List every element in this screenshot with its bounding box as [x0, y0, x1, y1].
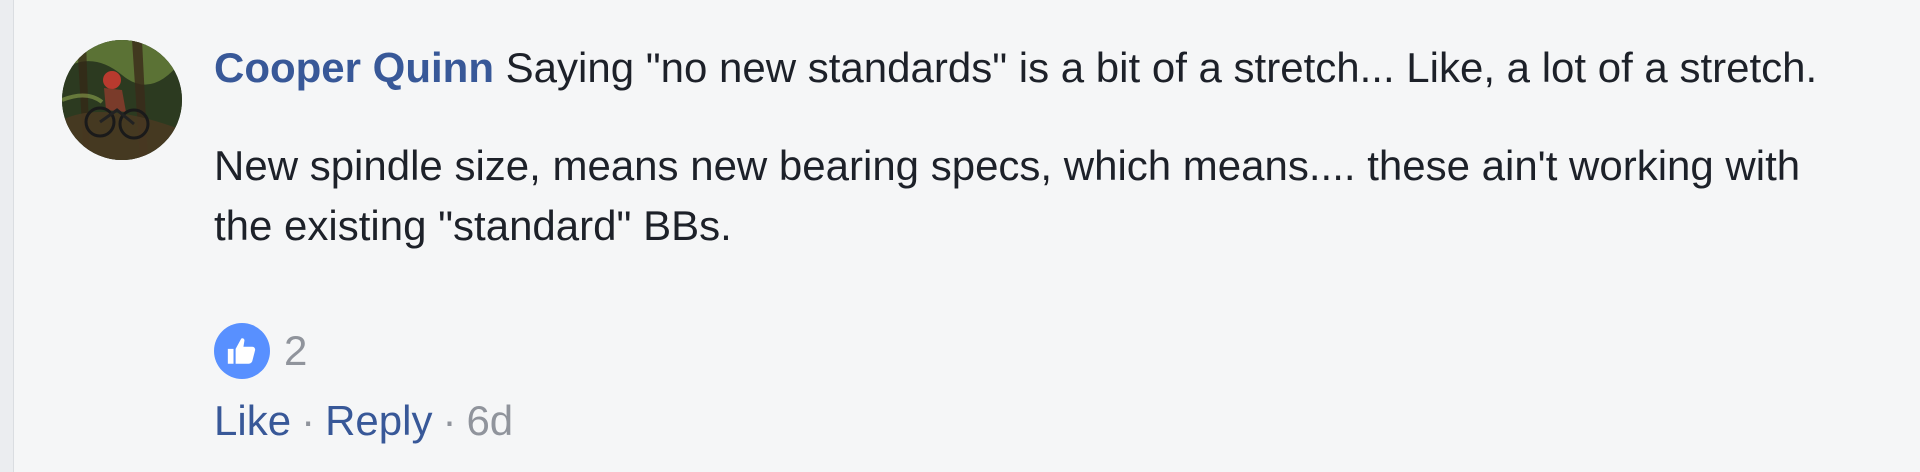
reply-button[interactable]: Reply	[325, 397, 432, 444]
action-separator: ·	[442, 397, 457, 444]
comment-text: Saying "no new standards" is a bit of a …	[505, 44, 1818, 91]
comment-body: Cooper Quinn Saying "no new standards" i…	[214, 38, 1854, 256]
avatar[interactable]	[62, 40, 182, 160]
comment-text: New spindle size, means new bearing spec…	[214, 142, 1801, 249]
comment: Cooper Quinn Saying "no new standards" i…	[0, 0, 1920, 472]
reactions-summary[interactable]: 2	[214, 323, 307, 379]
action-separator: ·	[301, 397, 316, 444]
comment-actions: Like · Reply · 6d	[214, 393, 513, 449]
author-name-link[interactable]: Cooper Quinn	[214, 44, 494, 91]
reaction-count: 2	[284, 327, 308, 374]
thumbs-up-icon	[214, 323, 270, 379]
comment-paragraph: Cooper Quinn Saying "no new standards" i…	[214, 38, 1854, 98]
comment-paragraph: New spindle size, means new bearing spec…	[214, 136, 1854, 256]
timestamp-link[interactable]: 6d	[466, 397, 513, 444]
like-button[interactable]: Like	[214, 397, 291, 444]
avatar-photo	[62, 40, 182, 160]
